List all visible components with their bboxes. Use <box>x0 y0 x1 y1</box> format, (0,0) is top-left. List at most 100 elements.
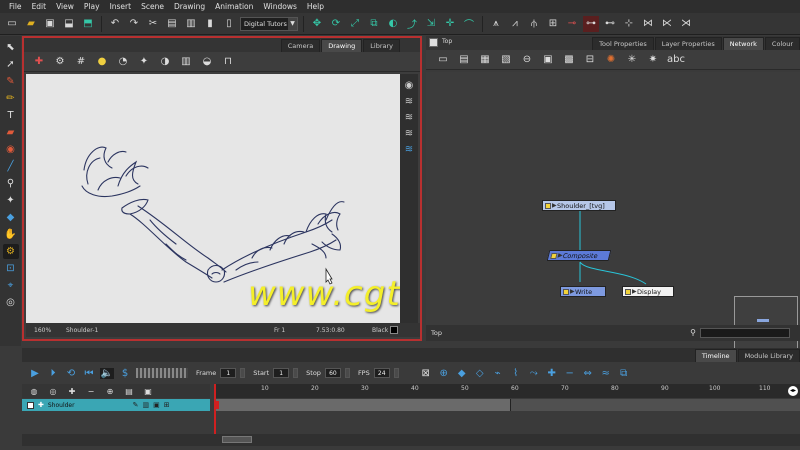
frame-field[interactable]: 1 <box>220 368 237 378</box>
cutter-icon[interactable]: ✦ <box>3 193 19 208</box>
layer-settings-icon[interactable]: ⊞ <box>164 401 170 409</box>
layer-name[interactable]: Shoulder <box>48 402 75 409</box>
tween-icon[interactable]: ≈ <box>599 368 613 379</box>
ik-icon[interactable]: ⩘ <box>507 16 523 32</box>
bone-chain-icon[interactable]: ⊷ <box>602 16 618 32</box>
grid-icon[interactable]: # <box>74 56 88 67</box>
layer-track[interactable] <box>214 399 800 411</box>
color-icon[interactable]: ◒ <box>200 56 214 67</box>
envelope-icon[interactable]: ⊶ <box>583 15 599 32</box>
onion-skin-icon[interactable]: ◔ <box>116 56 130 67</box>
node-display[interactable]: ▶ Display <box>622 286 674 297</box>
morph-tool-icon[interactable]: ⌖ <box>3 278 19 293</box>
pencil-cursor-icon[interactable]: ✚ <box>32 56 46 67</box>
ink-icon[interactable]: ◆ <box>3 210 19 225</box>
layer-edit-icon[interactable]: ✎ <box>133 401 139 409</box>
kinematic-icon[interactable]: ⫛ <box>526 16 542 32</box>
brush-icon[interactable]: ✎ <box>3 74 19 89</box>
camera-node-icon[interactable]: ▣ <box>541 54 555 65</box>
cutter-node-icon[interactable]: ▩ <box>562 54 576 65</box>
current-color-swatch[interactable] <box>390 326 398 334</box>
menu-file[interactable]: File <box>4 0 27 13</box>
copy-frames-icon[interactable]: ⧉ <box>617 368 631 379</box>
breadcrumb[interactable]: Top <box>442 38 452 45</box>
eraser-icon[interactable]: ▰ <box>3 125 19 140</box>
skew-icon[interactable]: ⧉ <box>366 16 382 32</box>
key-minus-icon[interactable]: − <box>563 368 577 379</box>
menu-scene[interactable]: Scene <box>136 0 169 13</box>
tab-tool-properties[interactable]: Tool Properties <box>592 37 654 50</box>
clipboard-icon[interactable]: ▯ <box>221 16 237 32</box>
new-scene-icon[interactable]: ▭ <box>4 16 20 32</box>
composite-icon[interactable]: ▦ <box>478 54 492 65</box>
cut-icon[interactable]: ✂ <box>145 16 161 32</box>
group-icon[interactable]: ▧ <box>499 54 513 65</box>
weighted-icon[interactable]: ⋈ <box>640 16 656 32</box>
frame-spinner[interactable] <box>240 368 246 378</box>
menu-edit[interactable]: Edit <box>27 0 52 13</box>
save-icon[interactable]: ▣ <box>42 16 58 32</box>
menu-insert[interactable]: Insert <box>105 0 137 13</box>
tab-camera[interactable]: Camera <box>280 39 321 52</box>
sound-scrub-icon[interactable]: $ <box>118 368 132 379</box>
maintain-size-icon[interactable]: ⇲ <box>423 16 439 32</box>
drawing-node-icon[interactable]: ▤ <box>457 54 471 65</box>
layer-lock-icon[interactable]: ▣ <box>153 401 160 409</box>
bone-icon[interactable]: ⌒ <box>461 16 477 32</box>
add-drawing-layer-icon[interactable]: ⊕ <box>103 387 117 396</box>
spline-offset-icon[interactable]: ⤴ <box>404 16 420 32</box>
grid-tool-icon[interactable]: ⊡ <box>3 261 19 276</box>
light-icon[interactable]: ✷ <box>646 54 660 65</box>
lock-all-icon[interactable]: ◎ <box>46 387 60 396</box>
import-icon[interactable]: ⬓ <box>61 16 77 32</box>
network-search-input[interactable] <box>700 328 790 338</box>
line-icon[interactable]: ╱ <box>3 159 19 174</box>
light-table-icon[interactable]: ✦ <box>137 56 151 67</box>
pencil-icon[interactable]: ✏ <box>3 91 19 106</box>
scale-icon[interactable]: ⤢ <box>347 16 363 32</box>
network-home-icon[interactable] <box>429 38 438 47</box>
tab-layer-properties[interactable]: Layer Properties <box>654 37 722 50</box>
redo-icon[interactable]: ↷ <box>126 16 142 32</box>
colour-card-icon[interactable]: ✺ <box>604 54 618 65</box>
rotate-icon[interactable]: ⟳ <box>328 16 344 32</box>
expand-icon[interactable]: ⇔ <box>581 368 595 379</box>
more-tools-icon[interactable]: ⋊ <box>678 16 694 32</box>
hand-icon[interactable]: ✋ <box>3 227 19 242</box>
layer-expand-icon[interactable]: ✚ <box>38 401 44 409</box>
undo-icon[interactable]: ↶ <box>107 16 123 32</box>
workspace-select[interactable]: Digital Tutors ▼ <box>240 16 298 31</box>
stop-motion-keyframe-icon[interactable]: ⌇ <box>509 368 523 379</box>
play-selection-icon[interactable]: ⏵ <box>46 368 60 379</box>
key-plus-icon[interactable]: ✚ <box>545 368 559 379</box>
layer-options-icon[interactable]: ▤ <box>122 387 136 396</box>
remove-keyframe-icon[interactable]: ◇ <box>473 368 487 379</box>
dropper-icon[interactable]: ⚲ <box>3 176 19 191</box>
timeline-horizontal-scrollbar[interactable] <box>222 436 252 443</box>
playback-speed-slider[interactable] <box>136 368 188 378</box>
layers-icon[interactable]: ≋ <box>405 96 413 107</box>
peg-icon[interactable]: ▭ <box>436 54 450 65</box>
current-layer-icon[interactable]: ≋ <box>405 144 413 155</box>
layer-visibility-checkbox[interactable] <box>27 401 34 409</box>
loop-icon[interactable]: ⟲ <box>64 368 78 379</box>
menu-animation[interactable]: Animation <box>210 0 258 13</box>
stop-field[interactable]: 60 <box>324 368 341 378</box>
menu-windows[interactable]: Windows <box>258 0 301 13</box>
tab-timeline[interactable]: Timeline <box>694 349 737 362</box>
onion-skin-toggle-icon[interactable]: ⊠ <box>419 368 433 379</box>
transform-icon[interactable]: ✥ <box>309 16 325 32</box>
layer-color-icon[interactable]: ▥ <box>142 401 149 409</box>
display-icon[interactable]: ⊖ <box>520 54 534 65</box>
copy-icon[interactable]: ▤ <box>164 16 180 32</box>
frame-ruler[interactable]: 10 20 30 40 50 60 70 80 90 100 110 ◂▸ <box>214 384 800 398</box>
add-layer-icon[interactable]: ✚ <box>65 387 79 396</box>
pivot-icon[interactable]: ✛ <box>442 16 458 32</box>
show-all-icon[interactable]: ◍ <box>27 387 41 396</box>
abc-icon[interactable]: abc <box>667 54 685 65</box>
pan-icon[interactable]: ⊓ <box>221 56 235 67</box>
curve-icon[interactable]: ⊸ <box>564 16 580 32</box>
delete-icon[interactable]: ▮ <box>202 16 218 32</box>
fps-spinner[interactable] <box>393 368 399 378</box>
morph-icon[interactable]: ◐ <box>385 16 401 32</box>
